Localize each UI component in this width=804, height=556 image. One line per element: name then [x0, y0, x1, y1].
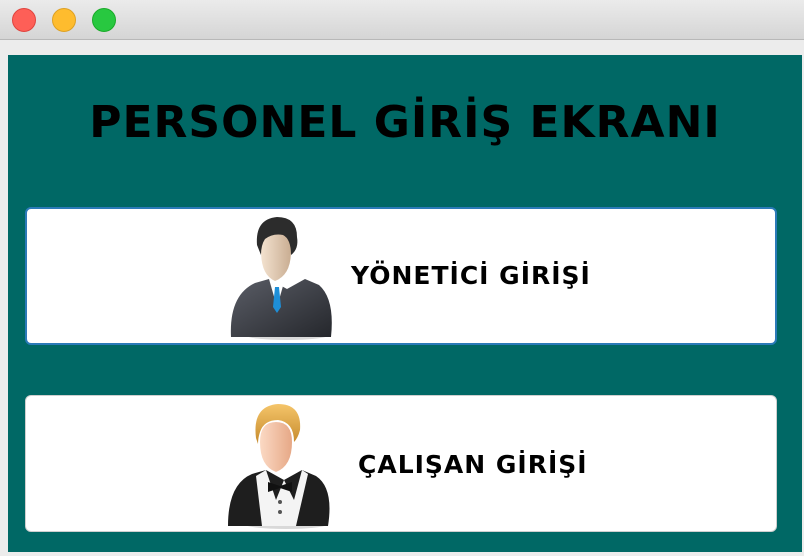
manager-avatar-icon [230, 217, 332, 340]
manager-login-label: YÖNETİCİ GİRİŞİ [351, 261, 591, 290]
waiter-avatar-icon [228, 404, 330, 529]
employee-login-label: ÇALIŞAN GİRİŞİ [358, 450, 588, 479]
manager-login-button[interactable]: YÖNETİCİ GİRİŞİ [25, 207, 777, 345]
app-window: PERSONEL GİRİŞ EKRANI YÖNETİCİ GİRİŞİ ÇA… [0, 0, 804, 556]
title-bar[interactable] [0, 0, 804, 40]
page-title: PERSONEL GİRİŞ EKRANI [89, 97, 721, 148]
employee-login-button[interactable]: ÇALIŞAN GİRİŞİ [25, 395, 777, 532]
close-window-button[interactable] [12, 8, 36, 32]
zoom-window-button[interactable] [92, 8, 116, 32]
main-panel: PERSONEL GİRİŞ EKRANI YÖNETİCİ GİRİŞİ ÇA… [8, 55, 802, 552]
minimize-window-button[interactable] [52, 8, 76, 32]
